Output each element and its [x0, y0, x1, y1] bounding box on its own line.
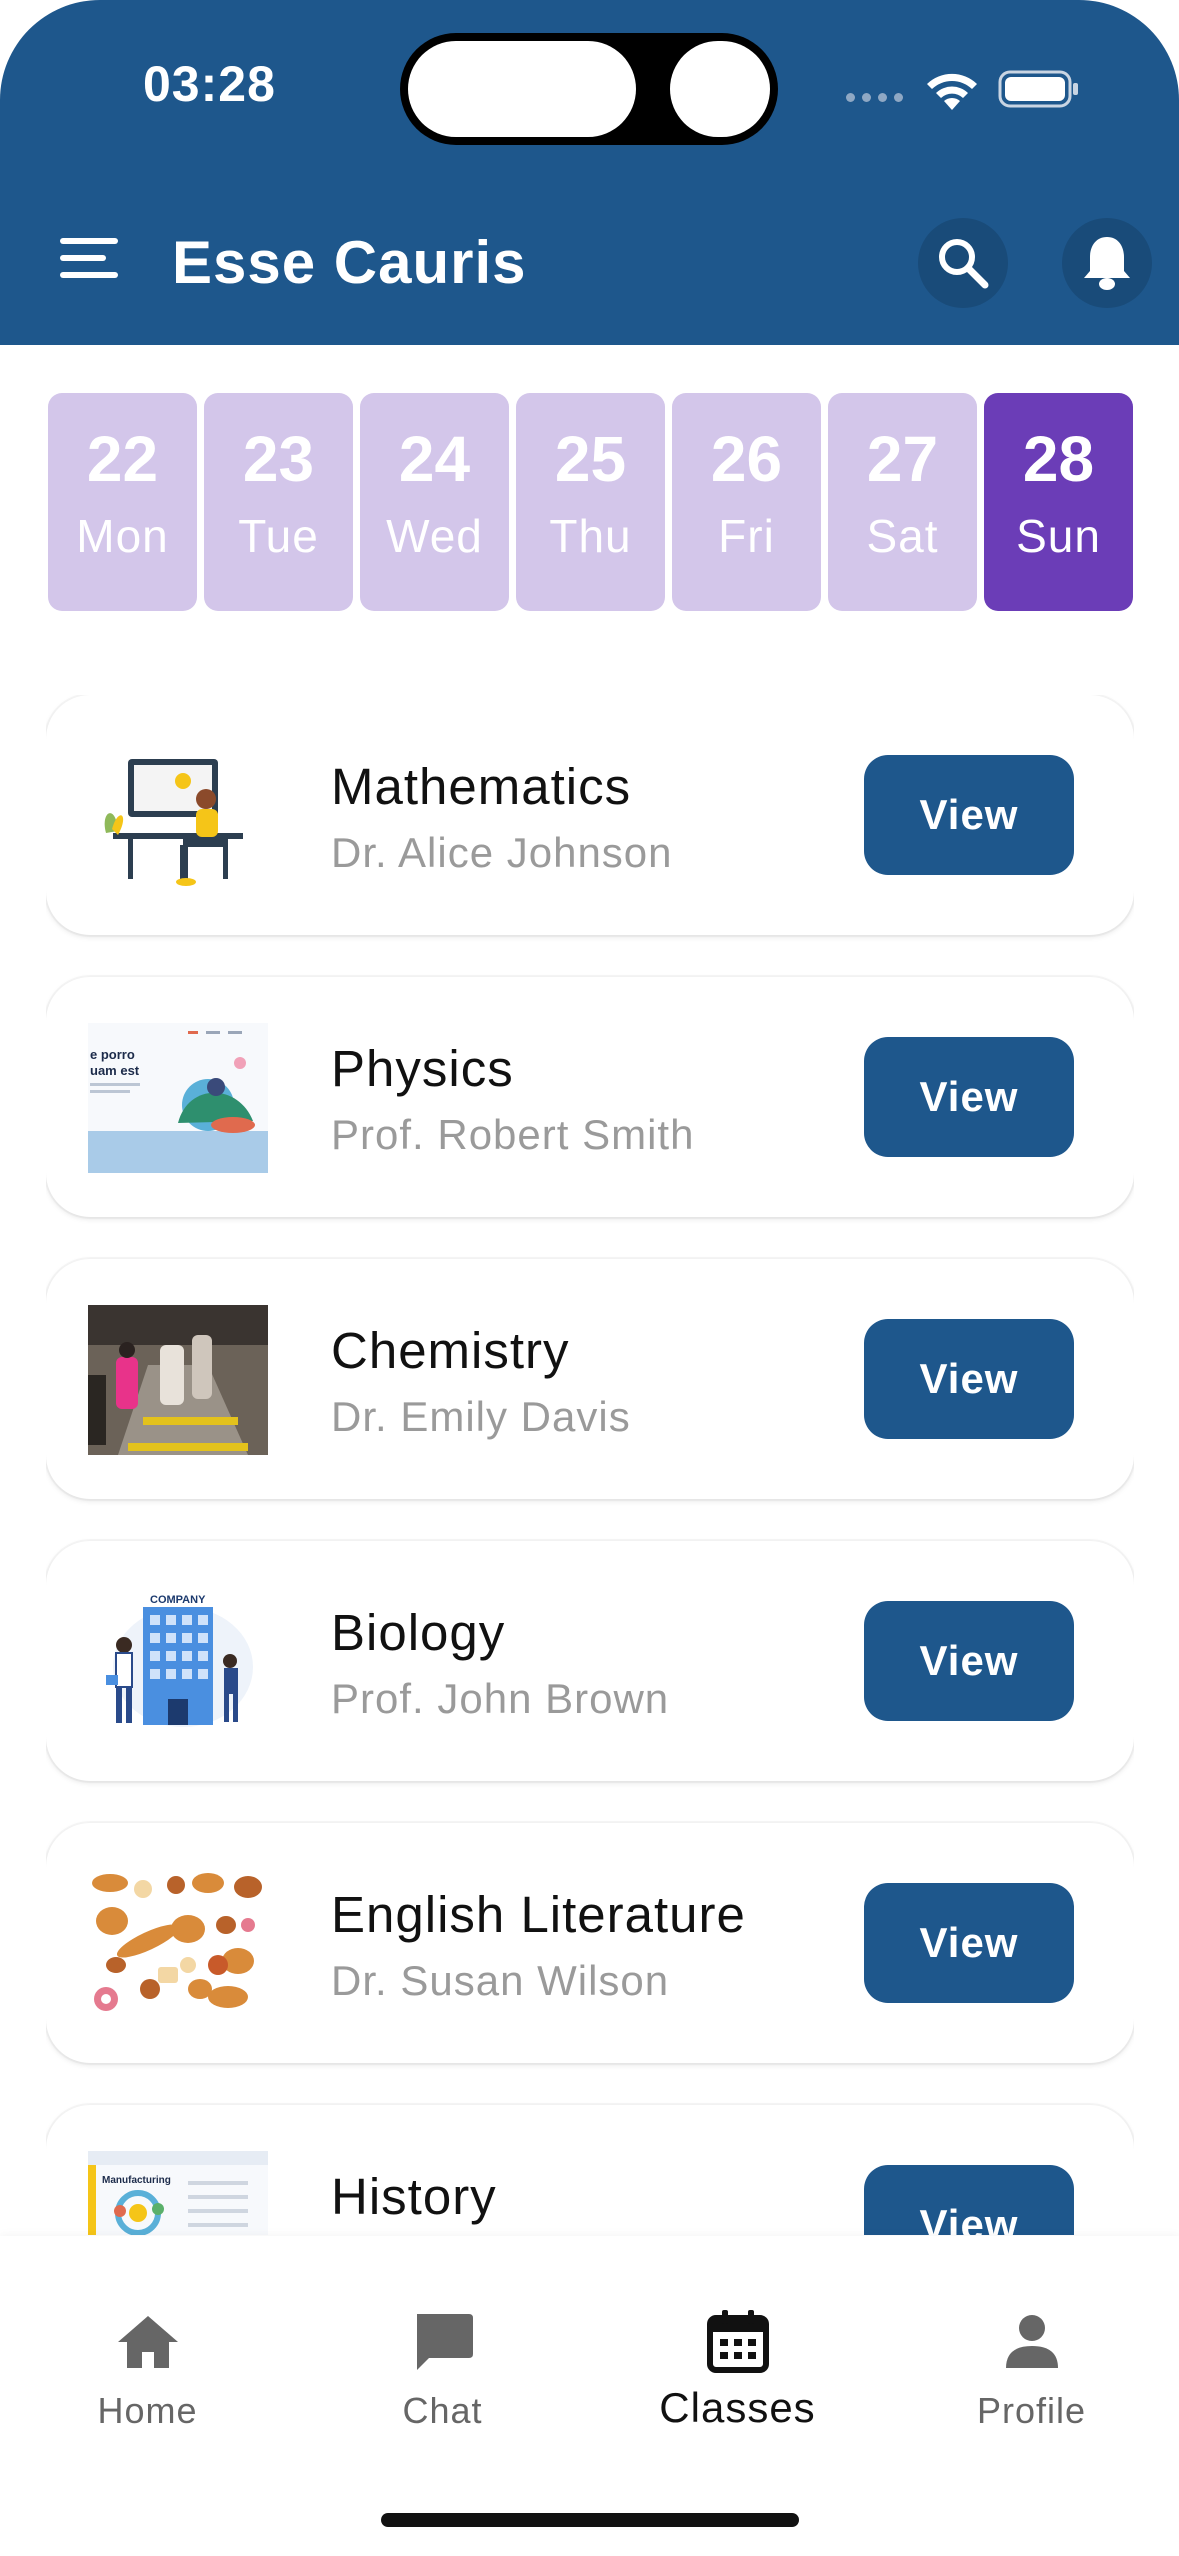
class-card[interactable]: e porro uam est Physics Prof. Robert Smi… — [46, 977, 1134, 1217]
view-button[interactable]: View — [864, 1601, 1074, 1721]
date-weekday: Mon — [76, 510, 169, 562]
class-thumbnail — [88, 741, 268, 891]
class-name: History — [331, 2168, 497, 2225]
nav-home[interactable]: Home — [0, 2236, 295, 2436]
thumb-text: Manufacturing — [102, 2175, 171, 2186]
date-number: 22 — [86, 423, 159, 495]
view-button[interactable]: View — [864, 1319, 1074, 1439]
class-thumbnail: COMPANY — [88, 1587, 268, 1737]
view-button[interactable]: View — [864, 1037, 1074, 1157]
page-title: Esse Cauris — [172, 229, 527, 296]
class-name: Biology — [331, 1604, 506, 1661]
view-button[interactable]: View — [864, 1883, 1074, 2003]
nav-label: Home — [97, 2390, 198, 2431]
date-number: 28 — [1022, 423, 1095, 495]
date-selector: 22 Mon 23 Tue 24 Wed 25 Thu 26 Fri 27 Sa… — [48, 393, 1133, 611]
teacher-name: Dr. Susan Wilson — [331, 1957, 670, 2004]
search-icon — [939, 239, 989, 289]
class-thumbnail — [88, 1305, 268, 1455]
thumb-text: uam est — [90, 1063, 140, 1078]
date-number: 24 — [398, 423, 471, 495]
nav-label: Classes — [659, 2384, 816, 2431]
search-button[interactable] — [918, 218, 1008, 308]
teacher-name: Dr. Emily Davis — [331, 1393, 631, 1440]
nav-classes[interactable]: Classes — [590, 2236, 885, 2436]
date-cell[interactable]: 24 Wed — [360, 393, 509, 611]
app-header: 03:28 Esse Cauris — [0, 0, 1179, 345]
signal-icon — [846, 93, 903, 102]
class-card[interactable]: Manufacturing History View — [46, 2105, 1134, 2235]
date-weekday: Thu — [549, 510, 632, 562]
class-card[interactable]: COMPANY Biology Prof. John Brown View — [46, 1541, 1134, 1781]
date-number: 25 — [554, 423, 627, 495]
date-weekday: Tue — [238, 510, 319, 562]
date-weekday: Wed — [386, 510, 483, 562]
bottom-nav: Home Chat Classes Profile — [0, 2236, 1179, 2556]
calendar-icon — [706, 2310, 769, 2373]
date-weekday: Sat — [866, 510, 939, 562]
person-icon — [1005, 2315, 1058, 2368]
class-thumbnail — [88, 1869, 268, 2019]
view-button[interactable]: View — [864, 755, 1074, 875]
status-time: 03:28 — [143, 56, 276, 112]
battery-icon — [998, 70, 1078, 108]
notifications-button[interactable] — [1062, 218, 1152, 308]
date-cell[interactable]: 22 Mon — [48, 393, 197, 611]
date-number: 23 — [242, 423, 315, 495]
class-thumbnail: Manufacturing — [88, 2151, 268, 2235]
chat-icon — [416, 2314, 473, 2370]
date-cell[interactable]: 23 Tue — [204, 393, 353, 611]
teacher-name: Prof. John Brown — [331, 1675, 670, 1722]
date-cell[interactable]: 26 Fri — [672, 393, 821, 611]
dynamic-island — [400, 33, 778, 145]
thumb-text: e porro — [90, 1047, 135, 1062]
date-number: 26 — [710, 423, 783, 495]
date-cell[interactable]: 25 Thu — [516, 393, 665, 611]
home-indicator — [381, 2513, 799, 2527]
wifi-icon — [927, 73, 977, 110]
class-card[interactable]: Mathematics Dr. Alice Johnson View — [46, 695, 1134, 935]
date-number: 27 — [866, 423, 939, 495]
teacher-name: Prof. Robert Smith — [331, 1111, 695, 1158]
class-name: Physics — [331, 1040, 514, 1097]
thumb-text: COMPANY — [150, 1594, 206, 1606]
date-weekday: Fri — [718, 510, 775, 562]
date-cell-selected[interactable]: 28 Sun — [984, 393, 1133, 611]
nav-label: Chat — [402, 2390, 483, 2431]
date-weekday: Sun — [1016, 510, 1101, 562]
class-list[interactable]: Mathematics Dr. Alice Johnson View e por… — [46, 695, 1134, 2235]
teacher-name: Dr. Alice Johnson — [331, 829, 673, 876]
view-button[interactable]: View — [864, 2165, 1074, 2235]
bell-icon — [1084, 237, 1130, 290]
nav-label: Profile — [976, 2390, 1087, 2431]
class-card[interactable]: English Literature Dr. Susan Wilson View — [46, 1823, 1134, 2063]
class-thumbnail: e porro uam est — [88, 1023, 268, 1173]
class-name: English Literature — [331, 1886, 746, 1943]
home-icon — [117, 2316, 178, 2368]
date-cell[interactable]: 27 Sat — [828, 393, 977, 611]
nav-profile[interactable]: Profile — [884, 2236, 1179, 2436]
menu-button[interactable] — [60, 232, 122, 284]
class-card[interactable]: Chemistry Dr. Emily Davis View — [46, 1259, 1134, 1499]
class-name: Chemistry — [331, 1322, 570, 1379]
nav-chat[interactable]: Chat — [295, 2236, 590, 2436]
class-name: Mathematics — [331, 758, 632, 815]
